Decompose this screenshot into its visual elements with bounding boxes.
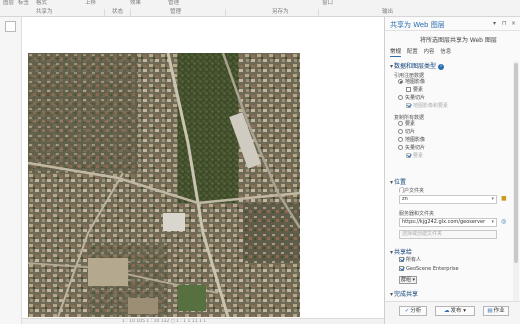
chevron-down-icon: ▾ (390, 291, 394, 298)
ribbon-separator (130, 9, 131, 16)
folder-placeholder: 选择或创建文件夹 (402, 231, 443, 237)
check-icon: ✓ (404, 308, 410, 314)
share-web-layer-pane: 共享为 Web 图层 ▾ ⊓ × 将所选图层共享为 Web 图层 常规 配置 内… (384, 17, 520, 324)
ribbon-item-effects[interactable]: 效果 (130, 0, 141, 7)
radio-selected[interactable] (398, 79, 403, 84)
option-vector-tile-ref[interactable]: 矢量切片 (398, 95, 425, 102)
section-finish-sharing[interactable]: ▾完成共享 (390, 289, 418, 298)
section-data-layer-type[interactable]: ▾数据和图层类型 i (390, 61, 445, 70)
ribbon-group-status: 状态 (112, 9, 124, 15)
dropdown-icon: ▾ (491, 219, 494, 225)
portal-folder-value: zn (402, 196, 408, 202)
pane-header: 共享为 Web 图层 ▾ ⊓ × (385, 17, 520, 31)
server-folder-label: 服务器和文件夹 (399, 211, 435, 217)
option-features-ref[interactable]: 要素 (406, 87, 423, 94)
ribbon-item-manage[interactable]: 管理 (168, 0, 179, 7)
dropdown-icon: ▾ (461, 308, 467, 314)
tab-configuration[interactable]: 配置 (407, 47, 418, 56)
section-share-with[interactable]: ▾共享给 (390, 247, 412, 256)
radio[interactable] (398, 137, 403, 142)
ribbon-separator (318, 9, 319, 16)
pane-menu-icon[interactable]: ▾ (493, 20, 496, 27)
ribbon-item-layers[interactable]: 图层 (3, 0, 14, 7)
globe-icon[interactable]: ◎ (501, 218, 506, 225)
check-icon[interactable] (399, 266, 404, 271)
section-heading-label: 位置 (394, 179, 407, 186)
explore-tool-icon[interactable] (5, 21, 16, 32)
tab-content[interactable]: 内容 (424, 47, 435, 56)
server-url-dropdown[interactable]: https://kjg242.glx.com/geoserver ▾ (399, 218, 497, 227)
ribbon-item-move-up[interactable]: 上移 (85, 0, 96, 7)
option-everyone[interactable]: 所有人 (399, 257, 421, 264)
option-map-image-and-features[interactable]: 地图影像和要素 (406, 103, 448, 110)
dropdown-icon: ▾ (410, 277, 416, 283)
checkbox-disabled (406, 103, 411, 108)
ribbon-item-window[interactable]: 窗口 (322, 0, 333, 7)
analyze-button[interactable]: ✓分析 (399, 306, 427, 316)
pane-scrollbar[interactable] (513, 61, 519, 311)
option-map-image-ref[interactable]: 地图影像 (398, 79, 425, 86)
left-tool-strip (0, 17, 22, 324)
tab-messages[interactable]: 信息 (440, 47, 451, 56)
section-heading-label: 数据和图层类型 (394, 63, 437, 70)
section-heading-label: 完成共享 (394, 291, 419, 298)
option-vector-tile-copy[interactable]: 矢量切片 (398, 145, 425, 152)
publish-button[interactable]: ☁发布 ▾ (435, 306, 475, 316)
chevron-down-icon: ▾ (390, 179, 394, 186)
info-icon[interactable]: i (438, 63, 445, 70)
section-location[interactable]: ▾位置 (390, 177, 406, 186)
checkbox[interactable] (406, 87, 411, 92)
copy-data-label: 复制所有数据 (394, 115, 425, 121)
ribbon-separator (225, 9, 226, 16)
option-geoscene-enterprise[interactable]: GeoScene Enterprise (399, 266, 459, 273)
check-icon[interactable] (399, 257, 404, 262)
ribbon-item-format[interactable]: 格式 (36, 0, 47, 7)
ribbon-group-save-as: 另存为 (272, 9, 289, 15)
portal-folder-label: 门户文件夹 (399, 188, 425, 194)
jobs-button[interactable]: ▤作业 (483, 306, 509, 316)
option-tiles-copy[interactable]: 切片 (398, 129, 415, 136)
dropdown-icon: ▾ (491, 196, 494, 202)
chevron-down-icon: ▾ (390, 63, 394, 70)
pin-icon[interactable]: ⊓ (502, 20, 507, 27)
section-heading-label: 共享给 (394, 249, 413, 256)
radio[interactable] (398, 129, 403, 134)
radio[interactable] (398, 95, 403, 100)
map-view[interactable] (22, 17, 384, 318)
option-features-copy-sub[interactable]: 要素 (406, 153, 423, 160)
aerial-imagery[interactable] (28, 53, 300, 317)
ribbon-group-share-as: 共享为 (36, 9, 53, 15)
status-bar: 1 : 10 105 1 : 10 132 ◻ 1 : 1 1 11 1 1 (22, 318, 384, 324)
tab-general[interactable]: 常规 (390, 47, 402, 57)
reference-data-label: 引用注册数据 (394, 73, 425, 79)
option-features-copy[interactable]: 要素 (398, 121, 415, 128)
scrollbar-thumb[interactable] (514, 63, 518, 263)
ribbon-separator (104, 9, 105, 16)
pane-footer: ✓分析 ☁发布 ▾ ▤作业 (385, 301, 520, 324)
pane-tabs: 常规 配置 内容 信息 (390, 47, 455, 57)
ribbon-item-labels[interactable]: 标签 (18, 0, 29, 7)
groups-button[interactable]: 群组 ▾ (399, 276, 417, 284)
ribbon-group-manage: 管理 (170, 9, 182, 15)
close-icon[interactable]: × (511, 20, 516, 27)
checkbox-disabled (406, 153, 411, 158)
portal-folder-dropdown[interactable]: zn ▾ (399, 195, 497, 204)
jobs-icon: ▤ (487, 308, 493, 314)
pane-title: 共享为 Web 图层 (390, 21, 445, 29)
folder-icon[interactable]: ■ (501, 195, 507, 202)
cloud-upload-icon: ☁ (443, 308, 450, 314)
radio[interactable] (398, 145, 403, 150)
radio[interactable] (398, 121, 403, 126)
option-map-image-copy[interactable]: 地图影像 (398, 137, 425, 144)
ribbon: 图层 标签 格式 上移 效果 管理 窗口 共享为 状态 管理 另存为 输出 (0, 0, 520, 17)
folder-select-dropdown[interactable]: 选择或创建文件夹 (399, 230, 497, 239)
pane-subtitle: 将所选图层共享为 Web 图层 (420, 37, 497, 44)
ribbon-group-output: 输出 (382, 9, 394, 15)
chevron-down-icon: ▾ (390, 249, 394, 256)
server-url-value: https://kjg242.glx.com/geoserver (402, 219, 486, 225)
